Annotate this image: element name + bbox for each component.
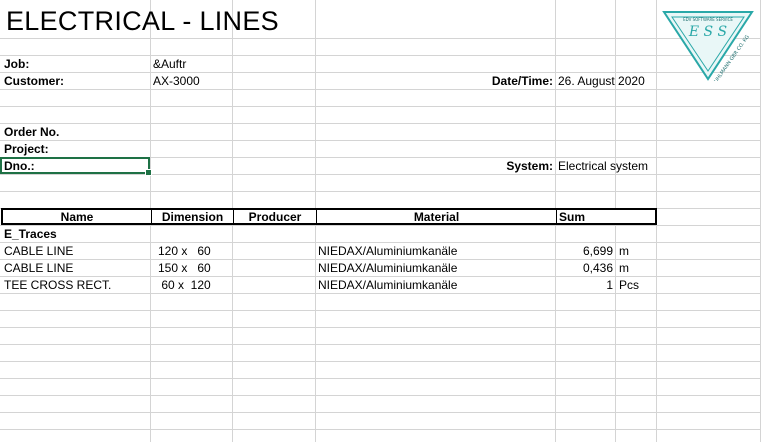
selected-cell[interactable]	[0, 157, 152, 176]
table-row-sum[interactable]: 6,699	[556, 243, 613, 260]
table-row-sum[interactable]: 0,436	[556, 260, 613, 277]
header-dimension[interactable]: Dimension	[152, 210, 234, 224]
table-row-name[interactable]: TEE CROSS RECT.	[4, 277, 111, 294]
job-label: Job:	[4, 57, 30, 71]
table-row-dimension[interactable]: 150 x 60	[158, 260, 211, 277]
job-value[interactable]: &Auftr	[153, 56, 186, 73]
header-sum[interactable]: Sum	[557, 210, 655, 224]
ess-logo: EDV SOFTWARE SERVICE E S S KUHLMANN GBR …	[662, 9, 754, 87]
header-name[interactable]: Name	[3, 210, 152, 224]
customer-label: Customer:	[4, 74, 65, 88]
table-row-material[interactable]: NIEDAX/Aluminiumkanäle	[318, 260, 457, 277]
header-material[interactable]: Material	[317, 210, 557, 224]
table-row-dimension[interactable]: 60 x 120	[158, 277, 210, 294]
table-row-unit[interactable]: m	[619, 260, 629, 277]
project-label: Project:	[4, 142, 49, 156]
table-row-sum[interactable]: 1	[556, 277, 613, 294]
sheet-title[interactable]: ELECTRICAL - LINES	[6, 4, 279, 38]
date-time-value[interactable]: 26. August 2020	[558, 73, 645, 90]
table-row-unit[interactable]: m	[619, 243, 629, 260]
table-header: Name Dimension Producer Material Sum	[1, 208, 657, 225]
logo-middle-text: E S S	[688, 24, 727, 40]
table-row-material[interactable]: NIEDAX/Aluminiumkanäle	[318, 243, 457, 260]
table-row-name[interactable]: CABLE LINE	[4, 260, 73, 277]
group-label[interactable]: E_Traces	[4, 226, 57, 243]
system-value[interactable]: Electrical system	[558, 158, 648, 175]
date-time-label: Date/Time:	[491, 74, 553, 88]
system-label: System:	[506, 159, 553, 173]
table-row-dimension[interactable]: 120 x 60	[158, 243, 211, 260]
logo-top-text: EDV SOFTWARE SERVICE	[683, 17, 733, 22]
customer-value[interactable]: AX-3000	[153, 73, 200, 90]
order-no-label: Order No.	[4, 125, 60, 139]
table-row-unit[interactable]: Pcs	[619, 277, 639, 294]
table-row-name[interactable]: CABLE LINE	[4, 243, 73, 260]
fill-handle[interactable]	[145, 169, 152, 176]
table-row-material[interactable]: NIEDAX/Aluminiumkanäle	[318, 277, 457, 294]
logo-triangle-icon: EDV SOFTWARE SERVICE E S S KUHLMANN GBR …	[662, 11, 754, 87]
header-producer[interactable]: Producer	[234, 210, 317, 224]
